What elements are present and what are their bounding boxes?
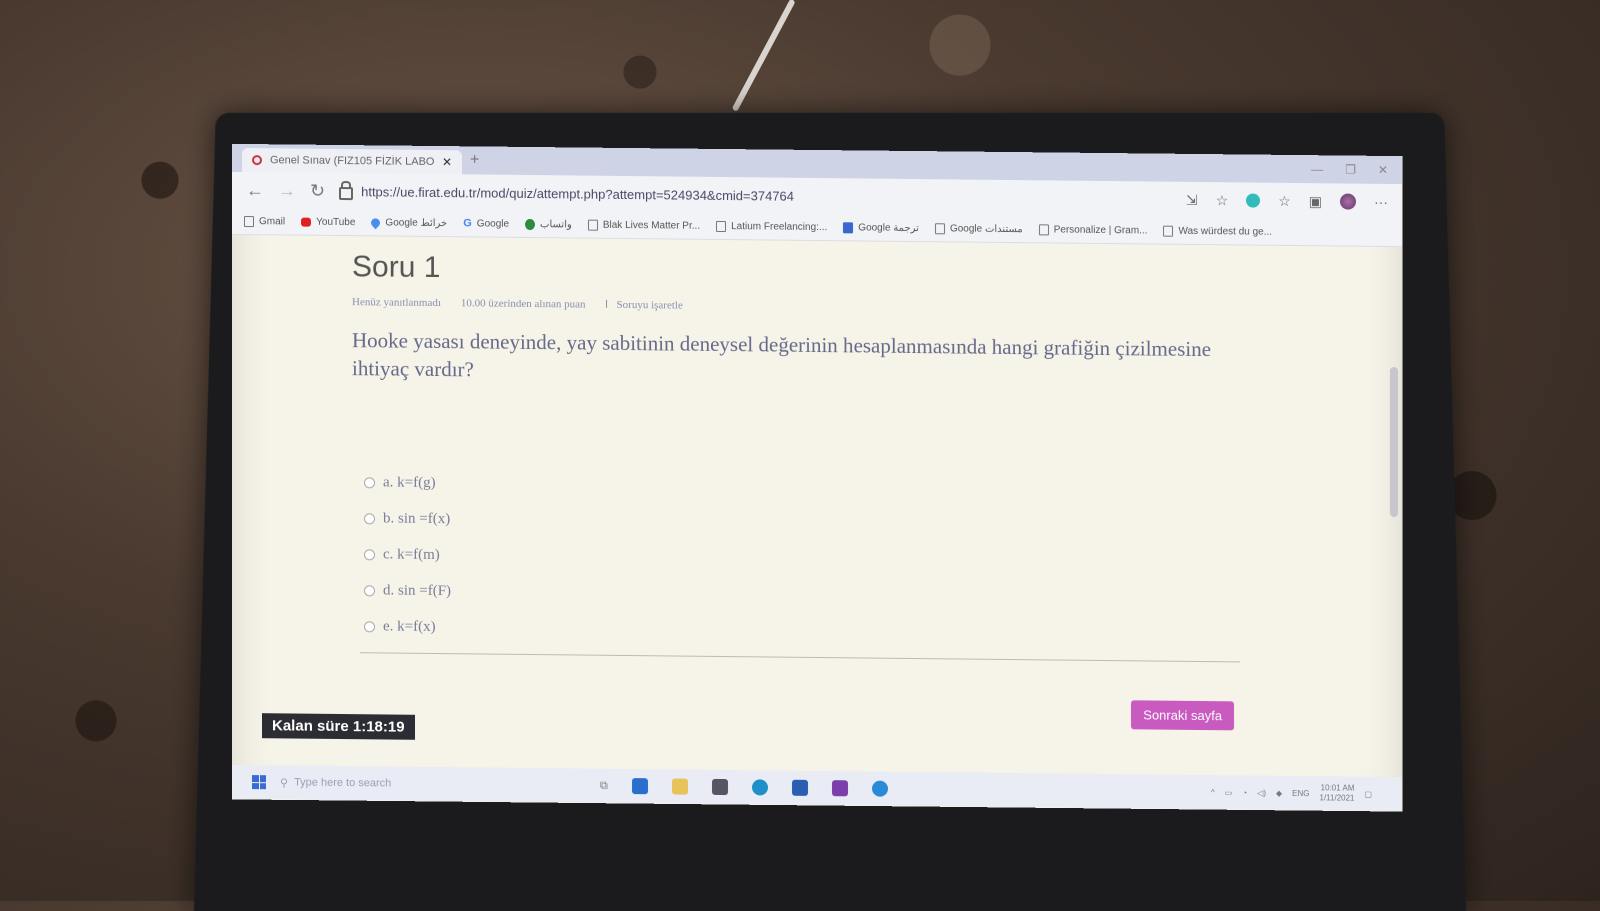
page-icon <box>1038 223 1049 235</box>
dropbox-icon[interactable]: ◆ <box>1276 788 1282 797</box>
question-title: Soru 1 <box>352 250 441 285</box>
task-view-icon[interactable]: ⧉ <box>600 779 608 792</box>
tab-title: Genel Sınav (FIZ105 FİZİK LABO... <box>270 154 434 168</box>
chevron-up-icon[interactable]: ^ <box>1211 788 1215 797</box>
bookmark-was-wurdest[interactable]: Was würdest du ge... <box>1163 225 1272 237</box>
volume-icon[interactable]: ◁) <box>1257 788 1266 797</box>
bookmark-google-docs[interactable]: Google مستندات <box>934 222 1023 235</box>
question-text: Hooke yasası deneyinde, yay sabitinin de… <box>352 328 1211 382</box>
radio-button[interactable] <box>364 620 375 632</box>
translate-icon <box>843 221 854 233</box>
time-remaining: Kalan süre 1:18:19 <box>262 713 415 740</box>
language-indicator[interactable]: ENG <box>1292 788 1309 797</box>
minimize-icon[interactable]: — <box>1311 162 1323 176</box>
question-meta: Henüz yanıtlanmadı 10.00 üzerinden alına… <box>352 296 683 311</box>
bookmark-blm[interactable]: Blak Lives Matter Pr... <box>587 219 700 231</box>
clock[interactable]: 10:01 AM 1/11/2021 <box>1319 783 1354 803</box>
notifications-icon[interactable]: ▢ <box>1364 789 1372 798</box>
page-icon <box>244 215 254 227</box>
answer-option[interactable]: a. k=f(g) <box>364 464 451 501</box>
flag-question-link[interactable]: Soruyu işaretle <box>605 299 683 312</box>
forward-icon[interactable]: → <box>278 180 296 201</box>
window-controls: — ❐ ✕ <box>1311 162 1402 177</box>
bookmark-google-maps[interactable]: Google خرائط <box>369 216 447 229</box>
page-icon <box>716 220 727 232</box>
page-icon <box>1163 225 1174 237</box>
radio-button[interactable] <box>364 548 375 560</box>
bookmark-personalize[interactable]: Personalize | Gram... <box>1038 223 1147 236</box>
radio-button[interactable] <box>364 584 375 596</box>
back-icon[interactable]: ← <box>246 180 264 201</box>
answer-status: Henüz yanıtlanmadı <box>352 296 441 310</box>
bookmark-google[interactable]: G Google <box>463 217 509 229</box>
refresh-icon[interactable]: ↻ <box>310 180 325 201</box>
profile-avatar-icon[interactable] <box>1340 193 1356 210</box>
mail-icon[interactable] <box>791 779 808 796</box>
answer-option[interactable]: b. sin =f(x) <box>364 500 451 537</box>
maximize-icon[interactable]: ❐ <box>1345 163 1356 177</box>
new-tab-icon[interactable]: + <box>470 151 479 169</box>
url-field[interactable]: https://ue.firat.edu.tr/mod/quiz/attempt… <box>339 182 1172 208</box>
clock-time: 10:01 AM <box>1320 783 1355 793</box>
whatsapp-icon <box>525 218 536 230</box>
page-scrollbar[interactable] <box>1390 367 1398 518</box>
chrome-icon[interactable] <box>871 780 888 797</box>
page-icon <box>934 222 945 234</box>
laptop-screen: Genel Sınav (FIZ105 FİZİK LABO... ✕ + — … <box>232 143 1402 812</box>
divider <box>360 652 1240 663</box>
bookmark-gmail[interactable]: Gmail <box>244 215 285 227</box>
read-mode-icon[interactable]: ⇲ <box>1186 191 1198 208</box>
radio-button[interactable] <box>364 476 375 488</box>
battery-icon[interactable]: ▭ <box>1225 788 1233 797</box>
edge-icon[interactable] <box>751 779 768 796</box>
browser-tab[interactable]: Genel Sınav (FIZ105 FİZİK LABO... ✕ <box>242 147 462 175</box>
close-tab-icon[interactable]: ✕ <box>442 155 452 169</box>
more-menu-icon[interactable]: ··· <box>1374 194 1388 210</box>
answer-option[interactable]: c. k=f(m) <box>364 536 451 573</box>
system-tray: ^ ▭ ◔ ◁) ◆ ENG 10:01 AM 1/11/2021 ▢ <box>1211 782 1372 804</box>
extension-icon[interactable] <box>1246 193 1261 208</box>
store-icon[interactable] <box>711 778 728 796</box>
site-favicon-icon <box>252 155 262 166</box>
file-explorer-icon[interactable] <box>671 778 688 795</box>
search-icon: ⚲ <box>280 776 289 789</box>
answer-options: a. k=f(g) b. sin =f(x) c. k=f(m) d. sin … <box>364 464 451 645</box>
youtube-icon <box>301 217 312 227</box>
question-points: 10.00 üzerinden alınan puan <box>460 297 586 311</box>
next-page-button[interactable]: Sonraki sayfa <box>1131 700 1234 731</box>
bookmark-whatsapp[interactable]: واتساب <box>525 218 572 230</box>
google-icon: G <box>463 217 472 230</box>
bookmark-google-translate[interactable]: Google ترجمة <box>843 221 919 234</box>
flag-icon <box>605 299 613 308</box>
clock-date: 1/11/2021 <box>1319 793 1355 803</box>
bookmark-youtube[interactable]: YouTube <box>301 216 355 228</box>
maps-icon <box>369 216 383 229</box>
answer-option[interactable]: d. sin =f(F) <box>364 572 451 609</box>
quiz-page: Soru 1 Henüz yanıtlanmadı 10.00 üzerinde… <box>232 235 1402 767</box>
page-icon <box>587 219 598 231</box>
taskbar-apps: ⧉ <box>600 778 888 797</box>
windows-start-icon[interactable] <box>252 775 266 790</box>
favorites-icon[interactable]: ☆ <box>1278 192 1291 209</box>
answer-option[interactable]: e. k=f(x) <box>364 608 451 645</box>
taskbar-search[interactable]: ⚲ Type here to search <box>280 776 540 792</box>
radio-button[interactable] <box>364 512 375 524</box>
lock-icon <box>339 186 354 200</box>
close-window-icon[interactable]: ✕ <box>1378 163 1388 177</box>
collections-icon[interactable]: ▣ <box>1309 193 1322 210</box>
bookmark-latium[interactable]: Latium Freelancing:... <box>716 220 827 233</box>
search-placeholder: Type here to search <box>294 776 392 790</box>
url-text: https://ue.firat.edu.tr/mod/quiz/attempt… <box>361 183 794 204</box>
wifi-icon[interactable]: ◔ <box>1242 788 1247 797</box>
toolbar-icons: ⇲ ☆ ☆ ▣ ··· <box>1186 191 1388 210</box>
outlook-icon[interactable] <box>631 778 648 795</box>
visual-studio-icon[interactable] <box>831 780 848 797</box>
favorite-star-icon[interactable]: ☆ <box>1216 192 1229 209</box>
